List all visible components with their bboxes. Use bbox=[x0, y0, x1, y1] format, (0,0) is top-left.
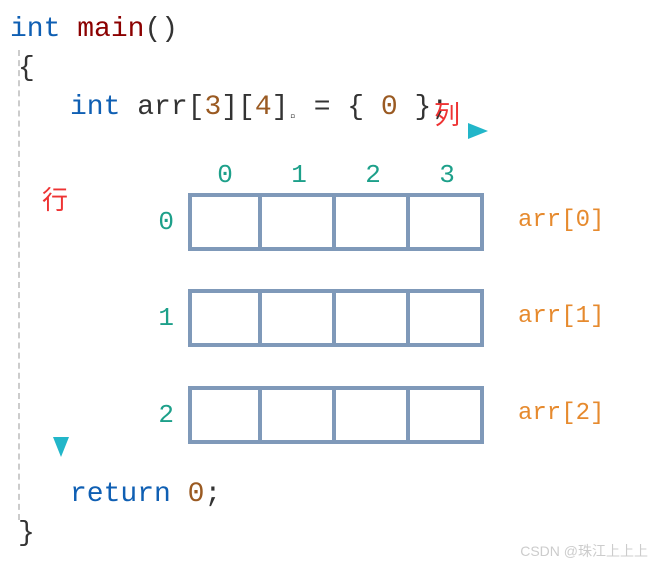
col-header-3: 3 bbox=[410, 160, 484, 190]
grid-row-1 bbox=[188, 289, 484, 347]
cell bbox=[336, 193, 410, 251]
code-line-1: int main() bbox=[10, 10, 660, 49]
arr-text-b: ][ bbox=[221, 92, 255, 123]
code-line-open-brace: { bbox=[10, 49, 660, 88]
cell bbox=[336, 386, 410, 444]
col-arrow-icon bbox=[188, 122, 488, 140]
arr-text-a: arr[ bbox=[120, 92, 204, 123]
cell bbox=[188, 386, 262, 444]
code-block: int main() { int arr[3][4]▫ = { 0 }; 列 行… bbox=[0, 0, 660, 563]
init-zero: 0 bbox=[381, 92, 398, 123]
array-diagram: 列 行 0 1 2 3 0 arr[0] 1 arr[1] 2 arr[2 bbox=[10, 135, 660, 465]
arr-text-c: ] bbox=[272, 92, 289, 123]
grid-row-2 bbox=[188, 386, 484, 444]
semicolon: ; bbox=[204, 479, 221, 510]
dim-1: 3 bbox=[204, 92, 221, 123]
cell bbox=[336, 289, 410, 347]
row-idx-1: 1 bbox=[144, 303, 174, 333]
cell bbox=[410, 289, 484, 347]
keyword-int-2: int bbox=[70, 92, 120, 123]
col-header-0: 0 bbox=[188, 160, 262, 190]
row-label-1: arr[1] bbox=[518, 303, 604, 330]
brace-close: } bbox=[18, 518, 35, 549]
func-main: main bbox=[60, 14, 144, 45]
row-idx-2: 2 bbox=[144, 400, 174, 430]
space bbox=[171, 479, 188, 510]
row-label-2: arr[2] bbox=[518, 400, 604, 427]
cell bbox=[262, 193, 336, 251]
cell bbox=[410, 193, 484, 251]
keyword-int: int bbox=[10, 14, 60, 45]
row-idx-0: 0 bbox=[144, 207, 174, 237]
dim-2: 4 bbox=[255, 92, 272, 123]
code-line-return: return 0; bbox=[10, 475, 660, 514]
parens: () bbox=[144, 14, 178, 45]
cell bbox=[262, 386, 336, 444]
cell bbox=[410, 386, 484, 444]
cell bbox=[188, 289, 262, 347]
arr-text-d: = { bbox=[297, 92, 381, 123]
col-header-1: 1 bbox=[262, 160, 336, 190]
row-axis-label: 行 bbox=[42, 180, 68, 217]
keyword-return: return bbox=[70, 479, 171, 510]
cell bbox=[262, 289, 336, 347]
cell bbox=[188, 193, 262, 251]
grid-row-0 bbox=[188, 193, 484, 251]
brace-open: { bbox=[18, 53, 35, 84]
row-arrow-icon bbox=[52, 215, 70, 457]
watermark: CSDN @珠江上上上 bbox=[520, 541, 648, 561]
row-label-0: arr[0] bbox=[518, 207, 604, 234]
col-header-2: 2 bbox=[336, 160, 410, 190]
return-val: 0 bbox=[188, 479, 205, 510]
